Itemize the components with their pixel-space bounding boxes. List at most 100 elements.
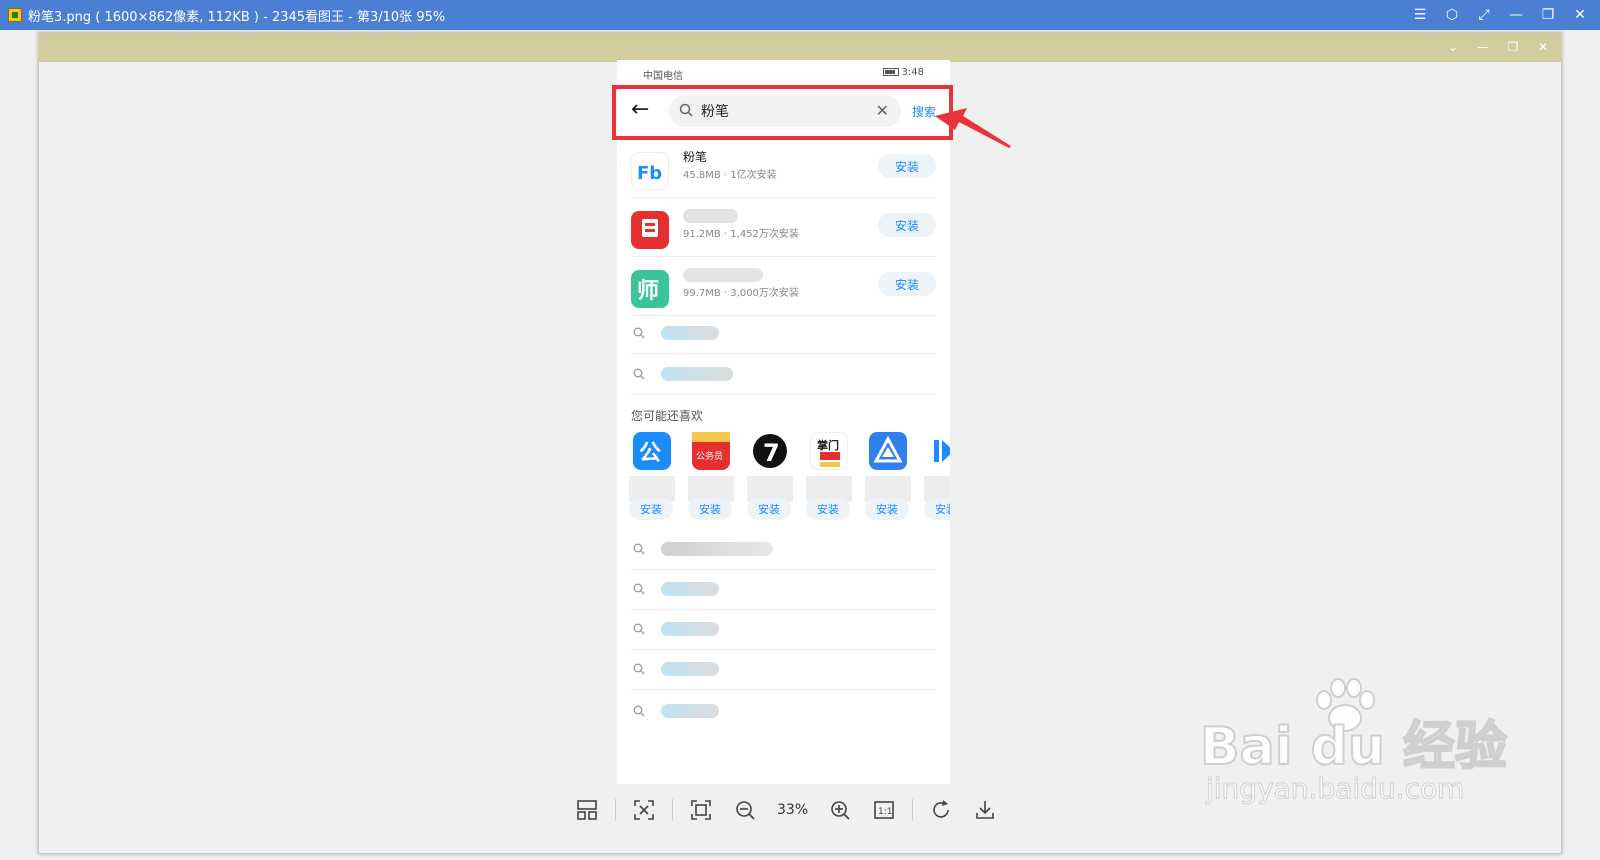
skin-icon[interactable]: ⬡: [1442, 5, 1462, 25]
suggestion-row[interactable]: [631, 692, 936, 732]
frame-header: [39, 33, 1561, 62]
window-title: 粉笔3.png ( 1600×862像素, 112KB ) - 2345看图王 …: [28, 9, 446, 25]
blurred-app-name: [683, 268, 763, 282]
app-logo-icon: [8, 8, 22, 22]
app-icon: [928, 432, 950, 470]
install-button[interactable]: 安装: [924, 498, 950, 520]
blurred-suggestion: [661, 367, 733, 381]
app-meta: 91.2MB · 1,452万次安装: [683, 229, 799, 240]
app-name: 粉笔: [683, 150, 708, 164]
blurred-suggestion: [661, 704, 719, 718]
install-button[interactable]: 安装: [878, 154, 936, 178]
annotation-arrow: [935, 108, 1011, 148]
svg-text:1:1: 1:1: [878, 807, 892, 817]
svg-text:Fb: Fb: [637, 163, 662, 184]
suggestion-row[interactable]: [631, 570, 936, 610]
suggestion-row[interactable]: [631, 650, 936, 690]
status-time: 3:48: [882, 67, 924, 78]
recommended-app[interactable]: 掌门 安装: [806, 432, 854, 524]
recommended-app[interactable]: 安装: [865, 432, 913, 524]
app-icon: 7: [751, 432, 789, 470]
suggestion-row[interactable]: [631, 530, 936, 570]
install-button[interactable]: 安装: [878, 213, 936, 237]
battery-icon: [882, 68, 899, 76]
close-icon[interactable]: ✕: [1570, 5, 1590, 25]
recommended-icon-text: 公: [639, 441, 661, 466]
app-result-row[interactable]: 91.2MB · 1,452万次安装 安装: [631, 201, 936, 257]
toolbar-divider: [912, 799, 914, 821]
window-controls: ☰ ⬡ ⤢ — ❐ ✕: [1410, 0, 1590, 30]
suggestion-row[interactable]: [631, 610, 936, 650]
phone-screenshot: 中国电信 3:48 ← ✕ 搜索 Fb 粉笔 45.8MB · 1亿次安装 安装…: [617, 60, 950, 784]
original-size-icon[interactable]: 1:1: [869, 795, 899, 825]
actual-frame-icon[interactable]: [686, 795, 716, 825]
app-icon: 公: [633, 432, 671, 470]
search-icon: [633, 583, 645, 595]
toolbar-divider: [615, 799, 616, 821]
install-button[interactable]: 安装: [806, 498, 850, 520]
recommended-app[interactable]: 7 安装: [747, 432, 795, 524]
install-button[interactable]: 安装: [629, 498, 673, 520]
search-icon: [633, 663, 645, 675]
app-icon: 掌门: [810, 432, 848, 470]
watermark-main: Bai du 经验: [1199, 716, 1508, 778]
blurred-suggestion: [661, 326, 719, 340]
watermark-url: jingyan.baidu.com: [1205, 772, 1465, 806]
section-title: 您可能还喜欢: [631, 409, 704, 423]
zoom-in-icon[interactable]: [825, 795, 855, 825]
recommended-icon-text: 7: [763, 439, 780, 467]
app-meta: 45.8MB · 1亿次安装: [683, 170, 777, 181]
recommended-app[interactable]: 公 安装: [629, 432, 677, 524]
restore-icon[interactable]: ❐: [1538, 5, 1558, 25]
baidu-watermark: Bai du 经验 jingyan.baidu.com: [1199, 676, 1508, 816]
app-icon: 师: [631, 270, 669, 308]
suggestion-row[interactable]: [631, 355, 936, 395]
frame-minimize-icon[interactable]: —: [1475, 37, 1491, 57]
app-icon: [631, 211, 669, 249]
blurred-suggestion: [661, 582, 719, 596]
install-button[interactable]: 安装: [878, 272, 936, 296]
search-icon: [633, 623, 645, 635]
time-label: 3:48: [901, 67, 924, 78]
blurred-app-name: [683, 209, 738, 223]
install-button[interactable]: 安装: [747, 498, 791, 520]
search-icon: [633, 368, 645, 380]
window-titlebar: 粉笔3.png ( 1600×862像素, 112KB ) - 2345看图王 …: [0, 0, 1600, 30]
fit-screen-icon[interactable]: [629, 795, 659, 825]
frame-close-icon[interactable]: ✕: [1535, 37, 1551, 57]
menu-icon[interactable]: ☰: [1410, 5, 1430, 25]
chevron-down-icon[interactable]: ⌄: [1445, 37, 1461, 57]
blurred-suggestion: [661, 622, 719, 636]
zoom-out-icon[interactable]: [730, 795, 760, 825]
fullscreen-icon[interactable]: ⤢: [1474, 5, 1494, 25]
recommended-app[interactable]: 公务员 安装: [688, 432, 736, 524]
thumbnail-icon[interactable]: [572, 795, 602, 825]
zoom-level: 33%: [777, 802, 809, 818]
toolbar-divider: [672, 799, 673, 821]
highlight-box: [612, 85, 953, 140]
app-icon: 公务员: [692, 432, 730, 470]
recommended-icon-text: 掌门: [817, 438, 839, 452]
fenbi-app-icon: Fb: [631, 152, 669, 190]
recommended-icon-text: 公务员: [696, 450, 723, 462]
recommended-app[interactable]: 安装: [924, 432, 950, 524]
carrier-label: 中国电信: [643, 71, 683, 82]
rotate-icon[interactable]: [926, 795, 956, 825]
install-button[interactable]: 安装: [865, 498, 909, 520]
blurred-suggestion: [661, 662, 719, 676]
frame-controls: ⌄ — ❐ ✕: [1445, 37, 1551, 57]
app-result-row[interactable]: 师 99.7MB · 3,000万次安装 安装: [631, 260, 936, 316]
app-icon: [869, 432, 907, 470]
viewer-toolbar: 33% 1:1: [565, 792, 1007, 828]
search-icon: [633, 327, 645, 339]
download-icon[interactable]: [970, 795, 1000, 825]
app-result-row[interactable]: Fb 粉笔 45.8MB · 1亿次安装 安装: [631, 142, 936, 198]
search-icon: [633, 543, 645, 555]
minimize-icon[interactable]: —: [1506, 5, 1526, 25]
blurred-suggestion: [661, 542, 773, 556]
status-bar: 中国电信 3:48: [617, 64, 950, 82]
frame-restore-icon[interactable]: ❐: [1505, 37, 1521, 57]
svg-text:师: 师: [637, 278, 659, 304]
suggestion-row[interactable]: [631, 314, 936, 354]
install-button[interactable]: 安装: [688, 498, 732, 520]
